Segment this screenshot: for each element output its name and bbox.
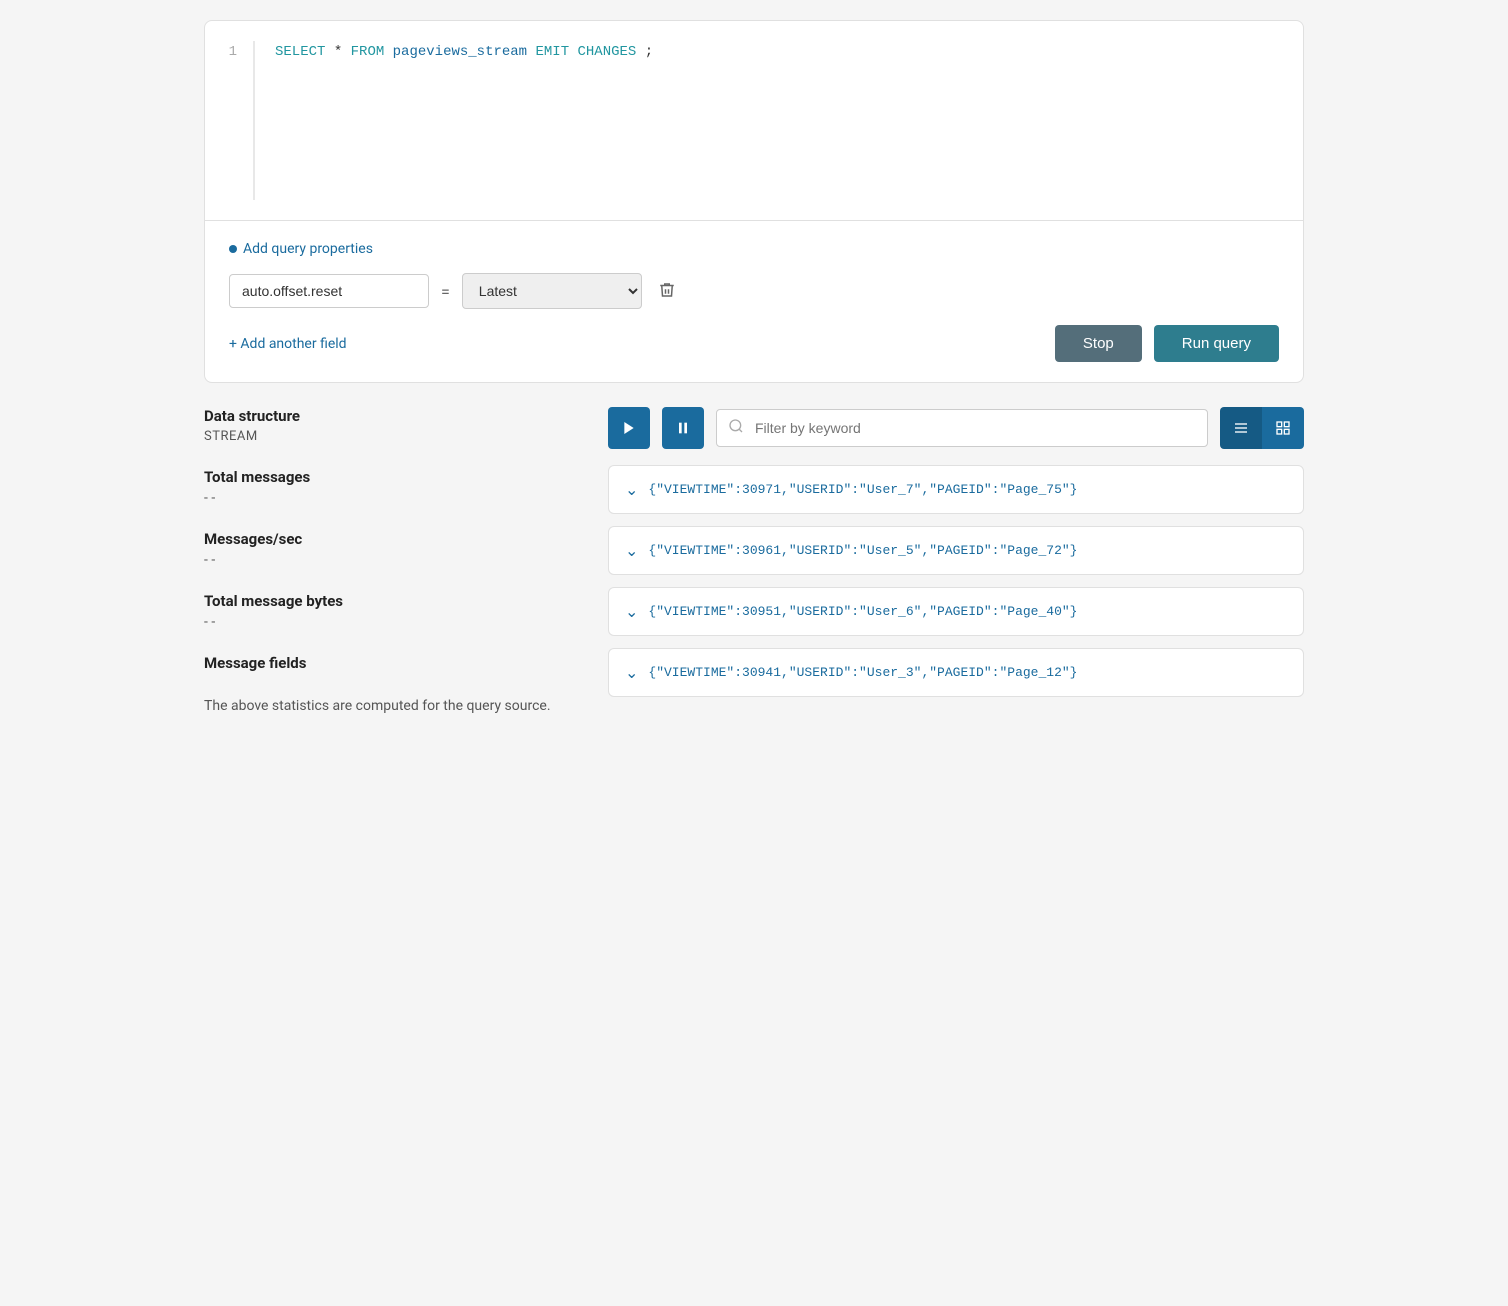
query-actions-bar: + Add another field Stop Run query xyxy=(229,325,1279,362)
data-structure-value: STREAM xyxy=(204,429,584,444)
sql-keyword-select: SELECT xyxy=(275,44,325,60)
line-number-1: 1 xyxy=(221,41,237,63)
messages-per-sec-label: Messages/sec xyxy=(204,530,584,548)
property-row: = Latest Earliest xyxy=(229,273,1279,309)
message-header: ⌄ {"VIEWTIME":30951,"USERID":"User_6","P… xyxy=(625,602,1287,621)
message-content: {"VIEWTIME":30971,"USERID":"User_7","PAG… xyxy=(648,482,1077,497)
stats-note: The above statistics are computed for th… xyxy=(204,696,584,717)
list-view-button[interactable] xyxy=(1220,407,1262,449)
property-value-select[interactable]: Latest Earliest xyxy=(462,273,642,309)
equals-sign: = xyxy=(441,282,450,301)
sql-semicolon: ; xyxy=(645,44,653,60)
message-header: ⌄ {"VIEWTIME":30971,"USERID":"User_7","P… xyxy=(625,480,1287,499)
grid-view-icon xyxy=(1275,420,1291,436)
search-icon xyxy=(728,418,744,438)
data-structure-label: Data structure xyxy=(204,407,584,425)
message-content: {"VIEWTIME":30951,"USERID":"User_6","PAG… xyxy=(648,604,1077,619)
pause-button[interactable] xyxy=(662,407,704,449)
search-wrapper xyxy=(716,409,1208,447)
code-content[interactable]: SELECT * FROM pageviews_stream EMIT CHAN… xyxy=(255,41,1303,200)
total-messages-value: - - xyxy=(204,490,584,506)
message-content: {"VIEWTIME":30941,"USERID":"User_3","PAG… xyxy=(648,665,1077,680)
delete-property-button[interactable] xyxy=(654,277,680,306)
total-bytes-block: Total message bytes - - xyxy=(204,592,584,630)
sql-keyword-emit: EMIT CHANGES xyxy=(535,44,636,60)
code-editor: 1 SELECT * FROM pageviews_stream EMIT CH… xyxy=(205,21,1303,221)
sql-keyword-from: FROM xyxy=(351,44,385,60)
run-query-button[interactable]: Run query xyxy=(1154,325,1279,362)
property-key-input[interactable] xyxy=(229,274,429,308)
chevron-down-icon: ⌄ xyxy=(625,602,638,621)
list-item[interactable]: ⌄ {"VIEWTIME":30971,"USERID":"User_7","P… xyxy=(608,465,1304,514)
add-query-properties-link[interactable]: Add query properties xyxy=(229,241,1279,257)
stats-note-block: The above statistics are computed for th… xyxy=(204,696,584,717)
message-header: ⌄ {"VIEWTIME":30961,"USERID":"User_5","P… xyxy=(625,541,1287,560)
list-item[interactable]: ⌄ {"VIEWTIME":30961,"USERID":"User_5","P… xyxy=(608,526,1304,575)
message-header: ⌄ {"VIEWTIME":30941,"USERID":"User_3","P… xyxy=(625,663,1287,682)
list-view-icon xyxy=(1233,420,1249,436)
message-list: ⌄ {"VIEWTIME":30971,"USERID":"User_7","P… xyxy=(608,465,1304,697)
list-item[interactable]: ⌄ {"VIEWTIME":30941,"USERID":"User_3","P… xyxy=(608,648,1304,697)
chevron-down-icon: ⌄ xyxy=(625,663,638,682)
data-structure-block: Data structure STREAM xyxy=(204,407,584,444)
stop-button[interactable]: Stop xyxy=(1055,325,1142,362)
trash-icon xyxy=(658,281,676,299)
grid-view-button[interactable] xyxy=(1262,407,1304,449)
messages-per-sec-value: - - xyxy=(204,552,584,568)
line-numbers: 1 xyxy=(205,41,255,200)
results-panel: ⌄ {"VIEWTIME":30971,"USERID":"User_7","P… xyxy=(608,407,1304,741)
add-field-label: + Add another field xyxy=(229,336,347,352)
stats-panel: Data structure STREAM Total messages - -… xyxy=(204,407,584,741)
add-another-field-link[interactable]: + Add another field xyxy=(229,336,347,352)
list-item[interactable]: ⌄ {"VIEWTIME":30951,"USERID":"User_6","P… xyxy=(608,587,1304,636)
messages-per-sec-block: Messages/sec - - xyxy=(204,530,584,568)
total-bytes-value: - - xyxy=(204,614,584,630)
query-properties-section: Add query properties = Latest Earliest xyxy=(205,221,1303,382)
play-icon xyxy=(621,420,637,436)
chevron-down-icon: ⌄ xyxy=(625,480,638,499)
add-properties-label: Add query properties xyxy=(243,241,373,257)
query-panel: 1 SELECT * FROM pageviews_stream EMIT CH… xyxy=(204,20,1304,383)
message-fields-label: Message fields xyxy=(204,654,584,672)
total-bytes-label: Total message bytes xyxy=(204,592,584,610)
view-toggle xyxy=(1220,407,1304,449)
message-content: {"VIEWTIME":30961,"USERID":"User_5","PAG… xyxy=(648,543,1077,558)
main-container: 1 SELECT * FROM pageviews_stream EMIT CH… xyxy=(184,0,1324,761)
sql-star: * xyxy=(334,44,351,60)
dot-icon xyxy=(229,245,237,253)
action-buttons: Stop Run query xyxy=(1055,325,1279,362)
total-messages-label: Total messages xyxy=(204,468,584,486)
pause-icon xyxy=(675,420,691,436)
bottom-section: Data structure STREAM Total messages - -… xyxy=(204,407,1304,741)
play-button[interactable] xyxy=(608,407,650,449)
chevron-down-icon: ⌄ xyxy=(625,541,638,560)
message-fields-block: Message fields xyxy=(204,654,584,672)
sql-table-name: pageviews_stream xyxy=(393,44,536,60)
results-toolbar xyxy=(608,407,1304,449)
filter-input[interactable] xyxy=(716,409,1208,447)
total-messages-block: Total messages - - xyxy=(204,468,584,506)
